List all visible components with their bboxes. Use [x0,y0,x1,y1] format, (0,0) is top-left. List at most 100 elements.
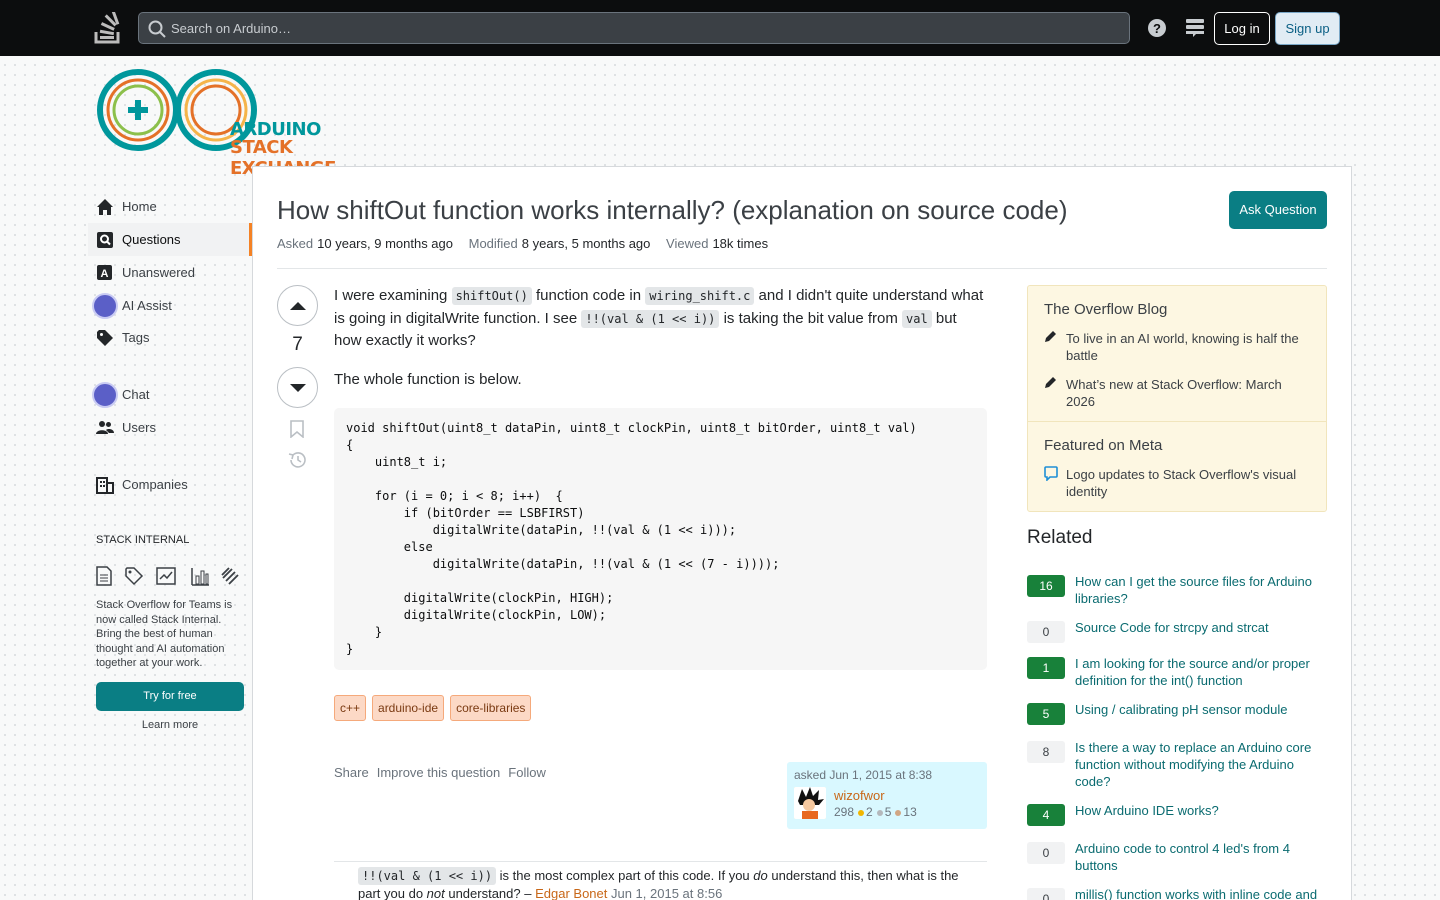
blog-item[interactable]: To live in an AI world, knowing is half … [1066,330,1311,364]
comment-date[interactable]: Jun 1, 2015 at 8:56 [607,886,722,900]
question-meta: Asked 10 years, 9 months ago Modified 8 ye… [277,236,780,251]
question-paragraph-1: I were examining shiftOut() function cod… [334,285,987,353]
meta-heading: Featured on Meta [1044,437,1163,454]
search-icon [148,20,166,41]
post-menu: Share Improve this question Follow [334,765,546,780]
document-icon [96,566,112,589]
comment-user[interactable]: Edgar Bonet [535,886,607,900]
bronze-badge-icon [895,810,902,816]
avatar[interactable] [794,787,826,819]
related-link[interactable]: Arduino code to control 4 led's from 4 b… [1075,840,1327,874]
related-link[interactable]: Source Code for strcpy and strcat [1075,619,1327,636]
questions-icon [96,231,114,249]
gold-badge-count: 2 [866,805,873,819]
nav-unanswered-label: Unanswered [122,265,195,280]
learn-more-link[interactable]: Learn more [96,719,244,731]
unanswered-icon: A [96,264,114,282]
home-icon [96,198,114,216]
related-score: 1 [1027,657,1065,679]
bookmark-icon[interactable] [289,420,305,441]
nav-users[interactable]: Users [88,411,252,444]
follow-link[interactable]: Follow [508,765,546,780]
nav-companies-label: Companies [122,477,188,492]
tag-cpp[interactable]: c++ [334,695,367,721]
nav-unanswered[interactable]: A Unanswered [88,256,252,289]
downvote-button[interactable] [277,367,318,408]
divider [277,268,1327,269]
asker-reputation: 298 2 5 13 [834,805,917,819]
nav-home[interactable]: Home [88,190,252,223]
stack-overflow-logo-icon[interactable] [94,10,122,44]
pencil-icon [1044,376,1057,392]
related-link[interactable]: Is there a way to replace an Arduino cor… [1075,739,1327,790]
related-score: 5 [1027,703,1065,725]
asker-name[interactable]: wizofwor [834,788,885,803]
reputation-score: 298 [834,805,855,819]
inline-code: wiring_shift.c [645,287,755,305]
try-for-free-button[interactable]: Try for free [96,682,244,711]
stack-layers-icon [220,566,240,589]
svg-text:A: A [101,268,109,280]
body-text: I were examining [334,287,452,304]
viewed-label: Viewed [666,236,709,251]
comment-divider [334,861,987,862]
nav-chat[interactable]: Chat [88,378,252,411]
nav-home-label: Home [122,199,157,214]
related-link[interactable]: How can I get the source files for Ardui… [1075,573,1327,607]
inline-code: !!(val & (1 << i)) [358,867,497,885]
pencil-icon [1044,330,1057,346]
chart-check-icon [156,566,176,589]
arrow-down-icon [289,383,306,392]
bar-chart-icon [190,566,210,589]
nav-companies[interactable]: Companies [88,468,252,501]
related-link[interactable]: How Arduino IDE works? [1075,802,1327,819]
stack-internal-heading: STACK INTERNAL [96,534,190,546]
related-score: 4 [1027,804,1065,826]
tag-core-libraries[interactable]: core-libraries [450,695,532,721]
companies-icon [96,476,114,494]
tag-list: c++ arduino-ide core-libraries [334,695,532,721]
users-icon [96,419,114,437]
code-block: void shiftOut(uint8_t dataPin, uint8_t c… [334,408,987,670]
arrow-up-icon [289,301,306,310]
help-icon[interactable]: ? [1147,18,1167,41]
asked-date: asked Jun 1, 2015 at 8:38 [794,768,933,782]
signup-button[interactable]: Sign up [1275,12,1340,45]
search-input[interactable] [171,13,1071,43]
stack-internal-icons [96,566,246,588]
nav-questions-label: Questions [122,232,181,247]
nav-tags[interactable]: Tags [88,321,252,354]
blog-item[interactable]: What’s new at Stack Overflow: March 2026 [1066,376,1311,410]
site-switcher-icon[interactable] [1185,18,1205,41]
ask-question-button[interactable]: Ask Question [1229,191,1327,229]
related-link[interactable]: Using / calibrating pH sensor module [1075,701,1327,718]
comment-emphasis: do [753,868,768,883]
modified-value[interactable]: 8 years, 5 months ago [522,236,651,251]
question-body: I were examining shiftOut() function cod… [334,285,987,407]
upvote-button[interactable] [277,285,318,326]
nav-questions[interactable]: Questions [88,223,252,256]
stack-internal-text: Stack Overflow for Teams is now called S… [96,599,233,669]
nav-ai-assist-label: AI Assist [122,298,172,313]
viewed-value: 18k times [712,236,769,251]
login-button[interactable]: Log in [1214,12,1270,45]
search-box[interactable] [138,12,1130,44]
history-icon[interactable] [288,451,307,472]
vote-count: 7 [292,334,303,355]
comment: !!(val & (1 << i)) is the most complex p… [358,867,983,900]
question-title[interactable]: How shiftOut function works internally? … [277,194,1068,226]
related-link[interactable]: I am looking for the source and/or prope… [1075,655,1327,689]
related-link[interactable]: millis() function works with inline code… [1075,886,1327,900]
share-link[interactable]: Share [334,765,369,780]
meta-item[interactable]: Logo updates to Stack Overflow's visual … [1066,466,1311,500]
improve-question-link[interactable]: Improve this question [377,765,501,780]
related-score: 0 [1027,888,1065,900]
site-logo[interactable]: ARDUINO STACK EXCHANGE [96,66,376,179]
tag-arduino-ide[interactable]: arduino-ide [372,695,445,721]
related-score: 0 [1027,842,1065,864]
nav-ai-assist[interactable]: AI Assist [88,289,252,322]
related-score: 8 [1027,741,1065,763]
question-paragraph-2: The whole function is below. [334,370,522,388]
inline-code: val [902,309,932,328]
silver-badge-icon [876,810,883,816]
